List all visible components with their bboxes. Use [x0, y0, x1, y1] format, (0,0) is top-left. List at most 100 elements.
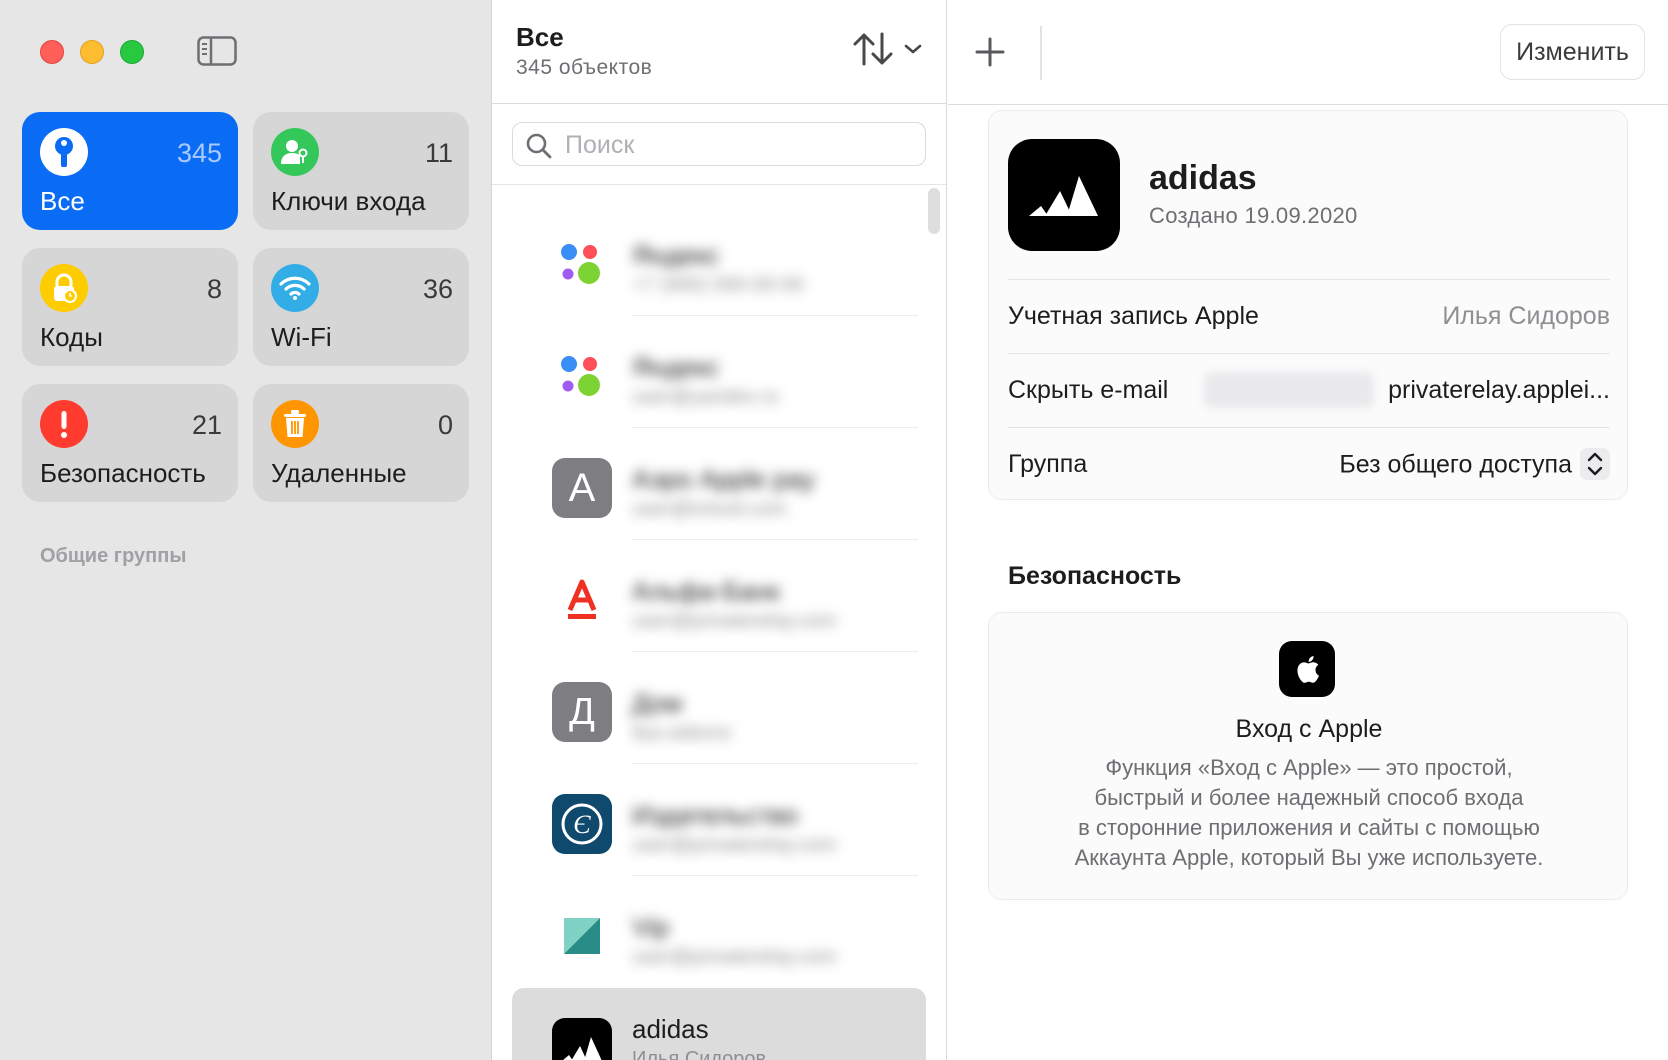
tile-label: Ключи входа: [271, 186, 426, 216]
svg-text:Є: Є: [573, 810, 591, 839]
list-item[interactable]: Яндекс +7 (900) 000-00-00: [512, 204, 926, 316]
field-hide-email[interactable]: Скрыть e-mail privaterelay.applei...: [1008, 353, 1610, 427]
list-header: Все 345 объектов: [492, 0, 946, 104]
redacted-email-prefix: [1204, 372, 1374, 408]
description-line: Функция «Вход с Apple» — это простой,: [1105, 755, 1513, 780]
field-value: Илья Сидоров: [1442, 302, 1610, 330]
list-item-subtitle: user@privaterelay.com: [632, 946, 837, 968]
detail-pane: Изменить adidas Создано 19.09.2020 Учетн…: [948, 0, 1668, 1060]
tile-label: Wi-Fi: [271, 322, 332, 352]
sidebar-tile-deleted[interactable]: 0 Удаленные: [253, 384, 469, 502]
field-group[interactable]: Группа Без общего доступа: [1008, 427, 1610, 501]
field-apple-account[interactable]: Учетная запись Apple Илья Сидоров: [1008, 279, 1610, 353]
exclamation-icon: [40, 400, 88, 448]
list-item-title: Аэро Apple pay: [632, 464, 815, 494]
list-item[interactable]: Яндекс user@yandex.ru: [512, 316, 926, 428]
list-subtitle: 345 объектов: [516, 56, 653, 79]
tile-count: 11: [424, 138, 453, 168]
sidebar-tile-wifi[interactable]: 36 Wi-Fi: [253, 248, 469, 366]
search-input[interactable]: [565, 129, 905, 161]
sidebar-tile-security[interactable]: 21 Безопасность: [22, 384, 238, 502]
wifi-icon: [271, 264, 319, 312]
minimize-window-button[interactable]: [80, 40, 104, 64]
description-line: быстрый и более надежный способ входа: [1094, 785, 1524, 810]
tile-label: Удаленные: [271, 458, 407, 488]
trash-icon: [271, 400, 319, 448]
list-item-title: Дом: [632, 688, 683, 718]
list-item-subtitle: ilya.sidorov: [632, 722, 733, 744]
list-item-subtitle: Илья Сидоров: [632, 1048, 767, 1060]
list-item-subtitle: user@yandex.ru: [632, 386, 780, 408]
account-card: adidas Создано 19.09.2020 Учетная запись…: [988, 110, 1628, 500]
sidebar-toggle-icon[interactable]: [197, 36, 237, 66]
adidas-logo-icon: [1008, 139, 1120, 251]
apple-logo-icon: [1279, 641, 1335, 697]
divider: [948, 104, 1668, 105]
field-label: Группа: [1008, 450, 1088, 478]
tile-count: 21: [191, 410, 222, 440]
divider: [492, 184, 946, 185]
tile-count: 345: [176, 138, 222, 168]
tile-label: Все: [40, 186, 85, 216]
shared-groups-label: Общие группы: [40, 545, 187, 567]
list-scrollbar[interactable]: [928, 188, 940, 234]
list-item-title: Альфа-Банк: [632, 576, 780, 606]
sidebar-tile-all[interactable]: 345 Все: [22, 112, 238, 230]
tile-count: 36: [422, 274, 453, 304]
list-item-title: Vip: [632, 912, 670, 942]
zoom-window-button[interactable]: [120, 40, 144, 64]
search-field[interactable]: [512, 122, 926, 166]
add-button[interactable]: [968, 30, 1012, 74]
list-item[interactable]: Д Дом ilya.sidorov: [512, 652, 926, 764]
letter-a-icon: A: [552, 458, 612, 518]
sidebar: 345 Все 11 Ключи входа 8 Коды 36 Wi-Fi 2…: [0, 0, 492, 1060]
sidebar-tile-passkeys[interactable]: 11 Ключи входа: [253, 112, 469, 230]
sign-in-with-apple-description: Функция «Вход с Apple» — это простой, бы…: [1009, 753, 1609, 873]
list-item[interactable]: Vip user@privaterelay.com: [512, 876, 926, 988]
list-item-selected[interactable]: adidas Илья Сидоров: [512, 988, 926, 1060]
edit-button[interactable]: Изменить: [1500, 24, 1645, 80]
chevron-down-icon: [904, 42, 922, 60]
sort-button[interactable]: [852, 30, 932, 72]
security-heading: Безопасность: [1008, 562, 1182, 590]
sidebar-tile-codes[interactable]: 8 Коды: [22, 248, 238, 366]
toolbar-divider: [1040, 26, 1042, 80]
list-item-title: Яндекс: [632, 352, 720, 382]
sign-in-with-apple-title: Вход с Apple: [1235, 715, 1383, 743]
passkey-person-icon: [271, 128, 319, 176]
group-select-value: Без общего доступа: [1339, 450, 1572, 479]
list-item-subtitle: user@privaterelay.com: [632, 610, 837, 632]
updown-chevron-icon: [1580, 448, 1610, 480]
description-line: в сторонние приложения и сайты с помощью: [1078, 815, 1540, 840]
yandex-dots-icon: [552, 234, 612, 294]
letter-d-icon: Д: [552, 682, 612, 742]
list-item-subtitle: +7 (900) 000-00-00: [632, 274, 804, 296]
close-window-button[interactable]: [40, 40, 64, 64]
list-title: Все: [516, 22, 564, 52]
list-item[interactable]: A Аэро Apple pay user@icloud.com: [512, 428, 926, 540]
key-icon: [40, 128, 88, 176]
tile-count: 0: [437, 410, 453, 440]
created-date: Создано 19.09.2020: [1149, 203, 1358, 228]
item-list-pane: Все 345 объектов Яндекс +7 (900) 000-00-…: [492, 0, 947, 1060]
account-title: adidas: [1149, 159, 1257, 197]
list-item-subtitle: user@icloud.com: [632, 498, 787, 520]
sign-in-with-apple-card: Вход с Apple Функция «Вход с Apple» — эт…: [988, 612, 1628, 900]
search-icon: [526, 133, 552, 159]
list-item[interactable]: Альфа-Банк user@privaterelay.com: [512, 540, 926, 652]
yandex-dots-icon: [552, 346, 612, 406]
lock-clock-icon: [40, 264, 88, 312]
field-label: Скрыть e-mail: [1008, 376, 1169, 404]
list-item-title: adidas: [632, 1014, 709, 1044]
field-label: Учетная запись Apple: [1008, 302, 1259, 330]
list-item[interactable]: Є Издательство user@privaterelay.com: [512, 764, 926, 876]
teal-square-icon: [552, 906, 612, 966]
tile-label: Коды: [40, 322, 103, 352]
alfa-bank-icon: [552, 570, 612, 630]
description-line: Аккаунта Apple, который Вы уже используе…: [1074, 845, 1544, 870]
sort-arrows-icon: [852, 31, 894, 72]
tile-count: 8: [206, 274, 222, 304]
group-select[interactable]: Без общего доступа: [1339, 448, 1610, 482]
list-item-title: Яндекс: [632, 240, 720, 270]
adidas-icon: [552, 1018, 612, 1060]
